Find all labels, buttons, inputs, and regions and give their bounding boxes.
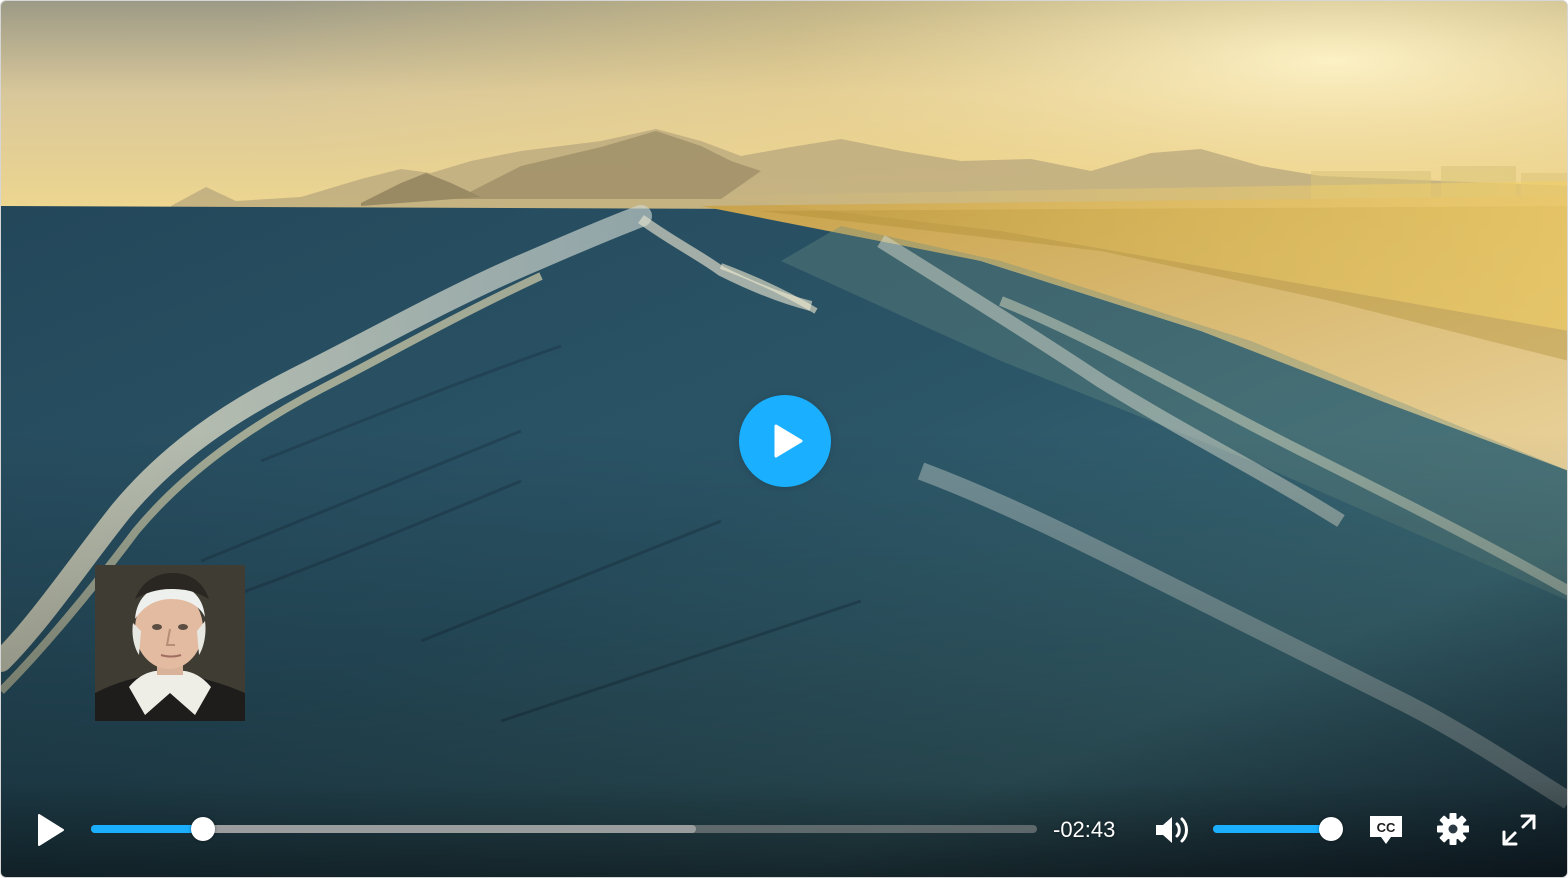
captions-icon: CC — [1370, 816, 1402, 844]
time-remaining: -02:43 — [1053, 817, 1116, 842]
fullscreen-button[interactable] — [1501, 813, 1537, 847]
play-icon — [774, 424, 803, 458]
captions-label: CC — [1377, 820, 1396, 835]
video-player[interactable]: -02:43 CC — [0, 0, 1568, 878]
settings-button[interactable] — [1435, 811, 1471, 847]
speaker-icon — [1156, 817, 1188, 843]
volume-handle[interactable] — [1319, 817, 1343, 841]
volume-slider[interactable] — [1213, 824, 1331, 834]
captions-button[interactable]: CC — [1367, 813, 1405, 847]
volume-fill — [1213, 825, 1331, 833]
portrait-image — [95, 565, 245, 721]
progress-played — [91, 825, 203, 833]
big-play-button[interactable] — [739, 395, 831, 487]
picture-in-picture-thumbnail[interactable] — [95, 565, 245, 721]
play-button[interactable] — [31, 811, 69, 849]
gear-icon — [1437, 813, 1469, 845]
progress-scrubber[interactable] — [190, 817, 215, 841]
progress-bar[interactable] — [91, 824, 1037, 834]
mute-button[interactable] — [1153, 813, 1193, 847]
play-icon — [38, 814, 64, 846]
fullscreen-icon — [1502, 814, 1536, 846]
